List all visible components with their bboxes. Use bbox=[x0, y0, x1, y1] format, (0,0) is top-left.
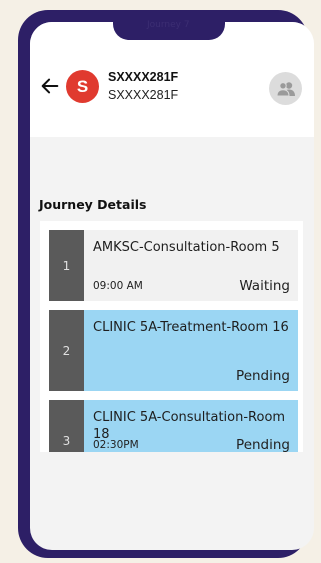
step-time: 09:00 AM bbox=[93, 280, 143, 292]
group-button[interactable] bbox=[269, 72, 302, 105]
step-room: CLINIC 5A-Treatment-Room 16 bbox=[93, 320, 289, 335]
step-body: CLINIC 5A-Consultation-Room 18 02:30PM P… bbox=[84, 400, 298, 452]
step-room: AMKSC-Consultation-Room 5 bbox=[93, 240, 280, 255]
journey-details-title: Journey Details bbox=[39, 197, 147, 212]
phone-notch: Journey 7 bbox=[113, 10, 225, 40]
journey-step-2[interactable]: 2 CLINIC 5A-Treatment-Room 16 Pending bbox=[49, 310, 298, 391]
patient-sub-id: SXXXX281F bbox=[108, 88, 179, 102]
journey-step-3[interactable]: 3 CLINIC 5A-Consultation-Room 18 02:30PM… bbox=[49, 400, 298, 452]
step-number: 1 bbox=[49, 230, 84, 301]
step-body: AMKSC-Consultation-Room 5 09:00 AM Waiti… bbox=[84, 230, 298, 301]
step-number: 3 bbox=[49, 400, 84, 452]
step-time: 02:30PM bbox=[93, 439, 139, 451]
people-group-icon bbox=[275, 81, 295, 96]
step-number: 2 bbox=[49, 310, 84, 391]
step-status: Pending bbox=[236, 368, 290, 384]
arrow-left-icon[interactable] bbox=[39, 75, 61, 97]
step-status: Waiting bbox=[239, 278, 290, 294]
avatar: S bbox=[66, 70, 99, 103]
step-status: Pending bbox=[236, 437, 290, 452]
phone-frame: Journey 7 S SXXXX281F SXXXX281F Journey … bbox=[18, 10, 314, 558]
patient-id: SXXXX281F bbox=[108, 70, 179, 84]
journey-step-1[interactable]: 1 AMKSC-Consultation-Room 5 09:00 AM Wai… bbox=[49, 230, 298, 301]
notch-label: Journey 7 bbox=[147, 20, 190, 30]
journey-list[interactable]: 1 AMKSC-Consultation-Room 5 09:00 AM Wai… bbox=[40, 221, 303, 452]
step-body: CLINIC 5A-Treatment-Room 16 Pending bbox=[84, 310, 298, 391]
app-screen: S SXXXX281F SXXXX281F Journey Details 1 … bbox=[30, 22, 314, 550]
